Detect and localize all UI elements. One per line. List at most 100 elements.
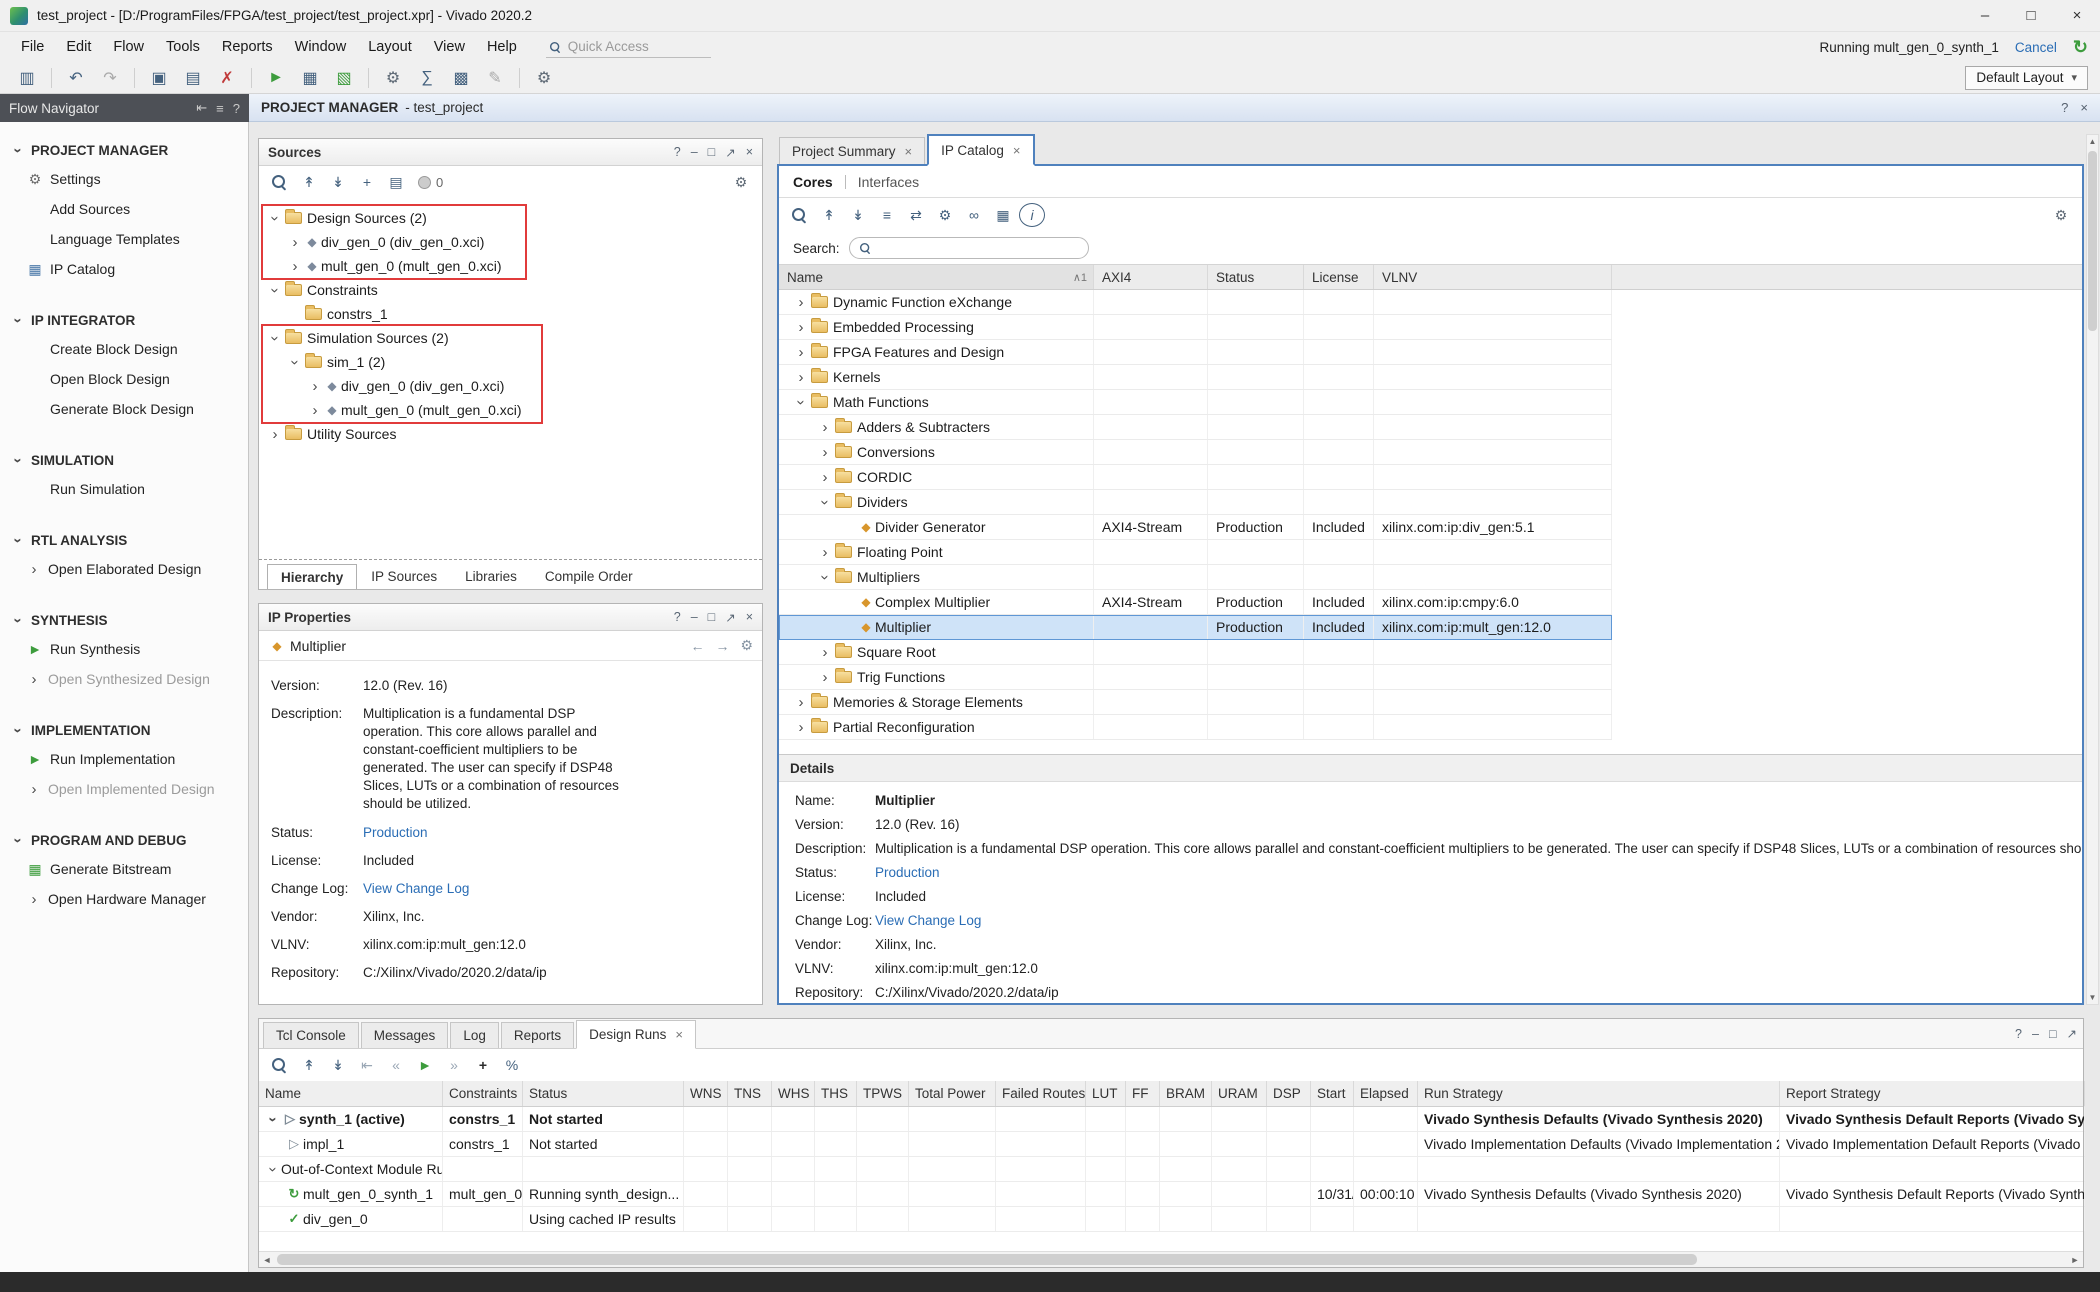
tab-tcl-console[interactable]: Tcl Console <box>263 1022 359 1048</box>
ip-catalog-row[interactable]: ›Embedded Processing <box>779 315 1612 340</box>
flow-item-open-synthesized-design[interactable]: ›Open Synthesized Design <box>0 664 248 694</box>
chevron-right-icon[interactable]: › <box>307 379 323 394</box>
column-header-elapsed[interactable]: Elapsed <box>1354 1081 1418 1106</box>
column-header-whs[interactable]: WHS <box>772 1081 815 1106</box>
minimize-icon[interactable]: – <box>691 145 698 160</box>
menu-tools[interactable]: Tools <box>155 36 211 58</box>
field-link[interactable]: Production <box>363 824 428 841</box>
info-icon[interactable]: i <box>1019 203 1045 227</box>
expand-all-icon[interactable]: ↡ <box>845 203 871 227</box>
forward-icon[interactable]: → <box>715 637 729 654</box>
layers-icon[interactable]: ▦ <box>295 65 325 91</box>
column-header-lut[interactable]: LUT <box>1086 1081 1126 1106</box>
float-icon[interactable]: □ <box>2049 1026 2057 1041</box>
tab-close-icon[interactable]: × <box>1013 143 1021 158</box>
chevron-right-icon[interactable]: › <box>817 670 833 685</box>
column-header-constraints[interactable]: Constraints <box>443 1081 523 1106</box>
dock-icon[interactable]: ⇤ <box>196 100 207 116</box>
chevron-right-icon[interactable]: › <box>307 403 323 418</box>
chevron-down-icon[interactable]: › <box>266 1111 281 1127</box>
play-icon[interactable]: ► <box>412 1053 438 1077</box>
expand-all-icon[interactable]: ↡ <box>325 170 351 194</box>
tab-hierarchy[interactable]: Hierarchy <box>267 564 357 589</box>
tree-row[interactable]: ›Simulation Sources (2) <box>263 326 541 350</box>
run-icon[interactable]: ► <box>261 65 291 91</box>
scroll-up-icon[interactable]: ▲ <box>2087 137 2098 146</box>
flow-section-synthesis[interactable]: ›SYNTHESIS <box>0 606 248 634</box>
chevron-down-icon[interactable]: › <box>268 282 283 298</box>
help-icon[interactable]: ? <box>674 610 681 625</box>
settings-icon[interactable]: ⚙ <box>378 65 408 91</box>
flow-item-generate-block-design[interactable]: Generate Block Design <box>0 394 248 424</box>
ip-catalog-row[interactable]: ›Kernels <box>779 365 1612 390</box>
column-header-start[interactable]: Start <box>1311 1081 1354 1106</box>
chevron-right-icon[interactable]: › <box>817 645 833 660</box>
maximize-button[interactable]: □ <box>2008 0 2054 31</box>
tab-reports[interactable]: Reports <box>501 1022 574 1048</box>
delete-icon[interactable]: ✗ <box>212 65 242 91</box>
chevron-right-icon[interactable]: › <box>793 295 809 310</box>
chevron-down-icon[interactable]: › <box>268 330 283 346</box>
flow-item-create-block-design[interactable]: Create Block Design <box>0 334 248 364</box>
expand-all-icon[interactable]: ↡ <box>325 1053 351 1077</box>
flow-section-implementation[interactable]: ›IMPLEMENTATION <box>0 716 248 744</box>
undo-icon[interactable]: ↶ <box>61 65 91 91</box>
redo-icon[interactable]: ↷ <box>95 65 125 91</box>
scroll-down-icon[interactable]: ▼ <box>2087 993 2098 1002</box>
search-icon[interactable] <box>787 203 813 227</box>
column-header-run-strategy[interactable]: Run Strategy <box>1418 1081 1780 1106</box>
chevron-right-icon[interactable]: › <box>817 470 833 485</box>
ip-catalog-row[interactable]: ›Adders & Subtracters <box>779 415 1612 440</box>
scroll-left-icon[interactable]: ◄ <box>259 1255 275 1265</box>
search-icon[interactable] <box>267 170 293 194</box>
tab-log[interactable]: Log <box>450 1022 499 1048</box>
ip-catalog-row[interactable]: ◆MultiplierProductionIncludedxilinx.com:… <box>779 615 1612 640</box>
tab-interfaces[interactable]: Interfaces <box>858 174 919 190</box>
chevron-right-icon[interactable]: › <box>267 427 283 442</box>
chevron-right-icon[interactable]: › <box>793 695 809 710</box>
tree-row[interactable]: ›◆mult_gen_0 (mult_gen_0.xci) <box>263 254 525 278</box>
flow-item-open-hardware-manager[interactable]: ›Open Hardware Manager <box>0 884 248 914</box>
minimize-button[interactable]: – <box>1962 0 2008 31</box>
chevron-right-icon[interactable]: › <box>817 545 833 560</box>
menu-view[interactable]: View <box>423 36 476 58</box>
column-header-status[interactable]: Status <box>1208 265 1304 289</box>
flow-item-open-elaborated-design[interactable]: ›Open Elaborated Design <box>0 554 248 584</box>
flow-item-ip-catalog[interactable]: ▦IP Catalog <box>0 254 248 284</box>
customize-icon[interactable]: ⚙ <box>932 203 958 227</box>
maximize-icon[interactable]: ↗ <box>725 610 735 625</box>
plus-icon[interactable]: + <box>470 1053 496 1077</box>
column-header-total-power[interactable]: Total Power <box>909 1081 996 1106</box>
flow-item-open-implemented-design[interactable]: ›Open Implemented Design <box>0 774 248 804</box>
menu-reports[interactable]: Reports <box>211 36 284 58</box>
chevron-down-icon[interactable]: › <box>288 354 303 370</box>
grid-icon[interactable]: ▦ <box>990 203 1016 227</box>
design-run-row[interactable]: ↻mult_gen_0_synth_1mult_gen_0Running syn… <box>259 1182 2083 1207</box>
step-forward-icon[interactable]: » <box>441 1053 467 1077</box>
flow-item-run-synthesis[interactable]: ►Run Synthesis <box>0 634 248 664</box>
float-icon[interactable]: □ <box>708 145 716 160</box>
minimize-icon[interactable]: – <box>691 610 698 625</box>
ip-catalog-row[interactable]: ›FPGA Features and Design <box>779 340 1612 365</box>
tab-compile-order[interactable]: Compile Order <box>531 564 647 589</box>
column-header-ths[interactable]: THS <box>815 1081 857 1106</box>
save-icon[interactable]: ▥ <box>12 65 42 91</box>
back-icon[interactable]: ← <box>690 637 704 654</box>
menu-help[interactable]: Help <box>476 36 528 58</box>
close-icon[interactable]: × <box>746 145 753 160</box>
ip-catalog-row[interactable]: ›Dividers <box>779 490 1612 515</box>
tree-row[interactable]: ›Utility Sources <box>263 422 762 446</box>
scroll-right-icon[interactable]: ► <box>2067 1255 2083 1265</box>
tab-cores[interactable]: Cores <box>793 174 833 190</box>
help-icon[interactable]: ? <box>233 100 240 116</box>
scrollbar-thumb[interactable] <box>2088 151 2097 331</box>
horizontal-scrollbar[interactable]: ◄ ► <box>259 1251 2083 1267</box>
column-header-axi4[interactable]: AXI4 <box>1094 265 1208 289</box>
close-icon[interactable]: × <box>746 610 753 625</box>
chevron-right-icon[interactable]: › <box>287 235 303 250</box>
tree-row[interactable]: ›sim_1 (2) <box>263 350 541 374</box>
link-icon[interactable]: ∞ <box>961 203 987 227</box>
chevron-down-icon[interactable]: › <box>268 210 283 226</box>
settings-icon[interactable]: ⚙ <box>2048 203 2074 227</box>
doc-icon[interactable]: ▤ <box>383 170 409 194</box>
